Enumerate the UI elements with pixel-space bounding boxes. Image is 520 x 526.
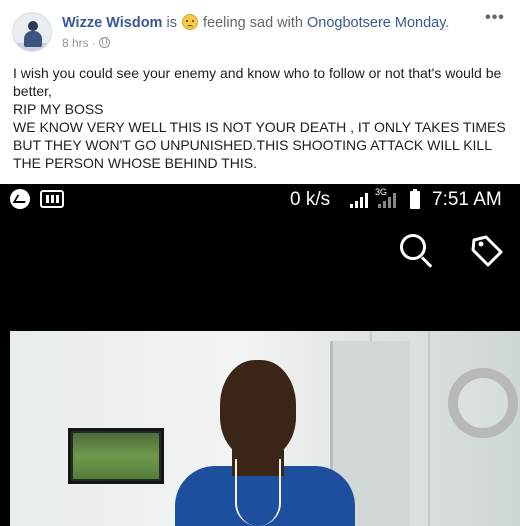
sad-face-emoji-icon — [181, 14, 198, 30]
post-text-line: WE KNOW VERY WELL THIS IS NOT YOUR DEATH… — [13, 119, 506, 135]
signal-icon — [378, 192, 400, 208]
post-header: Wizze Wisdom is feeling sad with Onogbot… — [62, 14, 449, 31]
attached-screenshot[interactable]: 0 k/s 3G 7:51 AM — [0, 184, 520, 526]
photo[interactable] — [10, 331, 520, 526]
battery-icon — [410, 189, 420, 209]
tag-icon[interactable] — [470, 234, 504, 268]
television — [68, 428, 164, 484]
gallery-icon — [40, 190, 64, 208]
post-text-line: THE PERSON WHOSE BEHIND THIS. — [13, 155, 257, 171]
more-options-icon[interactable]: ••• — [484, 10, 506, 26]
tagged-suffix: . — [445, 15, 450, 31]
globe-icon[interactable] — [99, 37, 111, 48]
author-name[interactable]: Wizze Wisdom — [62, 15, 162, 31]
is-text: is — [162, 15, 181, 31]
floating-button[interactable] — [448, 368, 518, 438]
status-time: 7:51 AM — [432, 189, 502, 210]
author-avatar[interactable] — [12, 12, 52, 52]
post-meta: 8 hrs · — [62, 36, 111, 50]
network-speed: 0 k/s — [290, 189, 331, 210]
tagged-person-link[interactable]: Onogbotsere Monday — [307, 15, 445, 31]
phone-status-bar: 0 k/s 3G 7:51 AM — [0, 184, 520, 216]
post-text-line: I wish you could see your enemy and know… — [13, 65, 502, 81]
signal-icon — [350, 192, 372, 208]
post-text: I wish you could see your enemy and know… — [13, 64, 513, 172]
post-text-line: better, — [13, 83, 52, 99]
meta-separator: · — [88, 36, 100, 50]
post-time[interactable]: 8 hrs — [62, 36, 89, 50]
post-text-line: RIP MY BOSS — [13, 101, 104, 117]
feeling-text: feeling sad with — [198, 15, 307, 31]
search-icon[interactable] — [400, 234, 434, 268]
messenger-icon — [10, 189, 30, 209]
facebook-post: Wizze Wisdom is feeling sad with Onogbot… — [0, 0, 520, 526]
post-text-line: BUT THEY WON'T GO UNPUNISHED.THIS SHOOTI… — [13, 137, 493, 153]
